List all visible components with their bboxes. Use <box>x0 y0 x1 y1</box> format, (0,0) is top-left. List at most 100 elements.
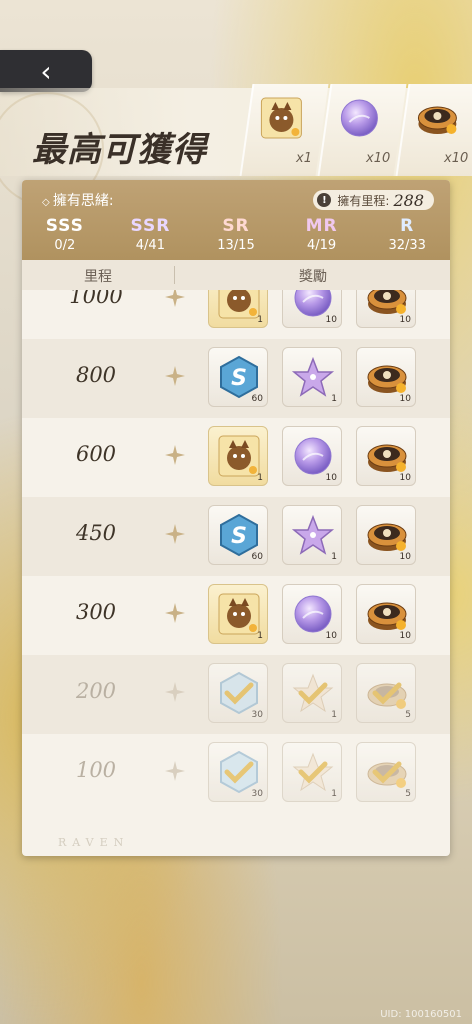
reward-item[interactable]: 10 <box>282 584 342 644</box>
reward-quantity: 10 <box>399 394 411 404</box>
row-distance: 300 <box>75 600 117 624</box>
sparkle-icon <box>165 445 185 465</box>
reward-items: 1 10 10 <box>208 426 416 486</box>
svg-text:S: S <box>231 366 247 391</box>
rarity-stat: R 32/33 <box>364 216 450 256</box>
rarity-count: 13/15 <box>217 238 255 253</box>
info-icon: ! <box>317 193 332 207</box>
reward-row: 100 30 1 5 <box>22 734 450 813</box>
top-reward-item[interactable]: x10 <box>317 84 407 176</box>
purple-orb-icon <box>335 94 387 146</box>
reward-item[interactable]: 1 <box>208 584 268 644</box>
reward-item[interactable]: 10 <box>282 426 342 486</box>
reward-quantity: 10 <box>399 473 411 483</box>
top-reward-count: x1 <box>296 151 312 166</box>
reward-items: S 60 1 10 <box>208 505 416 565</box>
rarity-name: SR <box>222 216 250 236</box>
row-distance: 1000 <box>69 290 123 308</box>
reward-item[interactable]: 1 <box>208 426 268 486</box>
reward-list[interactable]: 1000 1 10 10 800 S 60 1 10 600 1 10 10 4… <box>22 290 450 856</box>
sparkle-icon <box>165 366 185 386</box>
reward-item[interactable]: 10 <box>282 290 342 328</box>
reward-row: 200 30 1 5 <box>22 655 450 734</box>
reward-panel: 擁有思緒: ! 擁有里程: 288 SSS 0/2SSR 4/41SR 13/1… <box>22 180 450 856</box>
reward-quantity: 1 <box>331 710 337 720</box>
row-distance: 100 <box>75 758 117 782</box>
reward-quantity: 30 <box>251 710 263 720</box>
reward-quantity: 60 <box>251 394 263 404</box>
reward-item[interactable]: 1 <box>282 742 342 802</box>
reward-quantity: 5 <box>405 710 411 720</box>
sticker-frame-icon <box>257 94 309 146</box>
rarity-count: 4/41 <box>135 238 165 253</box>
watermark: RAVEN <box>58 836 130 849</box>
mileage-label: 擁有里程: <box>337 193 390 208</box>
panel-header: 擁有思緒: ! 擁有里程: 288 SSS 0/2SSR 4/41SR 13/1… <box>22 180 450 260</box>
reward-item[interactable]: 1 <box>282 347 342 407</box>
reward-item[interactable]: 30 <box>208 742 268 802</box>
reward-quantity: 5 <box>405 789 411 799</box>
reward-row: 300 1 10 10 <box>22 576 450 655</box>
rarity-stat: SR 13/15 <box>193 216 279 256</box>
reward-quantity: 30 <box>251 789 263 799</box>
rarity-stat: MR 4/19 <box>279 216 365 256</box>
uid-label: UID: 100160501 <box>380 1009 462 1020</box>
rarity-stat: SSR 4/41 <box>108 216 194 256</box>
reward-item[interactable]: S 60 <box>208 505 268 565</box>
back-button[interactable]: ‹ <box>0 50 92 92</box>
reward-quantity: 1 <box>331 394 337 404</box>
reward-item[interactable]: 10 <box>356 584 416 644</box>
reward-item[interactable]: 30 <box>208 663 268 723</box>
row-distance: 450 <box>75 521 117 545</box>
top-reward-count: x10 <box>365 151 390 166</box>
reward-item[interactable]: 10 <box>356 347 416 407</box>
reward-quantity: 10 <box>399 315 411 325</box>
reward-item[interactable]: 1 <box>208 290 268 328</box>
top-reward-item[interactable]: x10 <box>395 84 472 176</box>
reward-items: 30 1 5 <box>208 742 416 802</box>
column-reward: 獎勵 <box>299 269 327 285</box>
reward-quantity: 10 <box>399 631 411 641</box>
reward-quantity: 60 <box>251 552 263 562</box>
rarity-stats: SSS 0/2 SSR 4/41 SR 13/15 MR 4/19 R 32/33 <box>22 216 450 256</box>
reward-item[interactable]: 1 <box>282 663 342 723</box>
svg-text:S: S <box>231 524 247 549</box>
reward-item[interactable]: 10 <box>356 290 416 328</box>
rarity-name: MR <box>305 216 338 236</box>
reward-item[interactable]: 10 <box>356 426 416 486</box>
reward-items: S 60 1 10 <box>208 347 416 407</box>
reward-items: 1 10 10 <box>208 290 416 328</box>
reward-row: 600 1 10 10 <box>22 418 450 497</box>
reward-quantity: 1 <box>257 631 263 641</box>
row-distance: 200 <box>75 679 117 703</box>
top-reward-item[interactable]: x1 <box>239 84 329 176</box>
column-header: 里程 獎勵 <box>22 260 450 290</box>
reward-item[interactable]: 5 <box>356 663 416 723</box>
row-distance: 800 <box>75 363 117 387</box>
reward-item[interactable]: 10 <box>356 505 416 565</box>
reward-row: 800 S 60 1 10 <box>22 339 450 418</box>
sparkle-icon <box>165 603 185 623</box>
reward-items: 30 1 5 <box>208 663 416 723</box>
reward-quantity: 10 <box>325 631 337 641</box>
reward-item[interactable]: S 60 <box>208 347 268 407</box>
rarity-count: 4/19 <box>306 238 337 253</box>
reward-row: 450 S 60 1 10 <box>22 497 450 576</box>
mileage-value: 288 <box>393 190 424 210</box>
rarity-name: SSR <box>130 216 171 236</box>
rarity-count: 32/33 <box>388 238 426 253</box>
sparkle-icon <box>165 761 185 781</box>
column-divider <box>174 266 175 284</box>
reward-row: 1000 1 10 10 <box>22 290 450 339</box>
reward-items: 1 10 10 <box>208 584 416 644</box>
reward-quantity: 1 <box>257 315 263 325</box>
reward-quantity: 10 <box>325 315 337 325</box>
reward-item[interactable]: 1 <box>282 505 342 565</box>
reward-quantity: 1 <box>331 789 337 799</box>
sparkle-icon <box>165 682 185 702</box>
mileage-badge[interactable]: ! 擁有里程: 288 <box>313 190 434 210</box>
reward-quantity: 10 <box>399 552 411 562</box>
top-rewards: x1 x10 x10 <box>239 84 472 176</box>
sparkle-icon <box>165 290 185 307</box>
reward-item[interactable]: 5 <box>356 742 416 802</box>
